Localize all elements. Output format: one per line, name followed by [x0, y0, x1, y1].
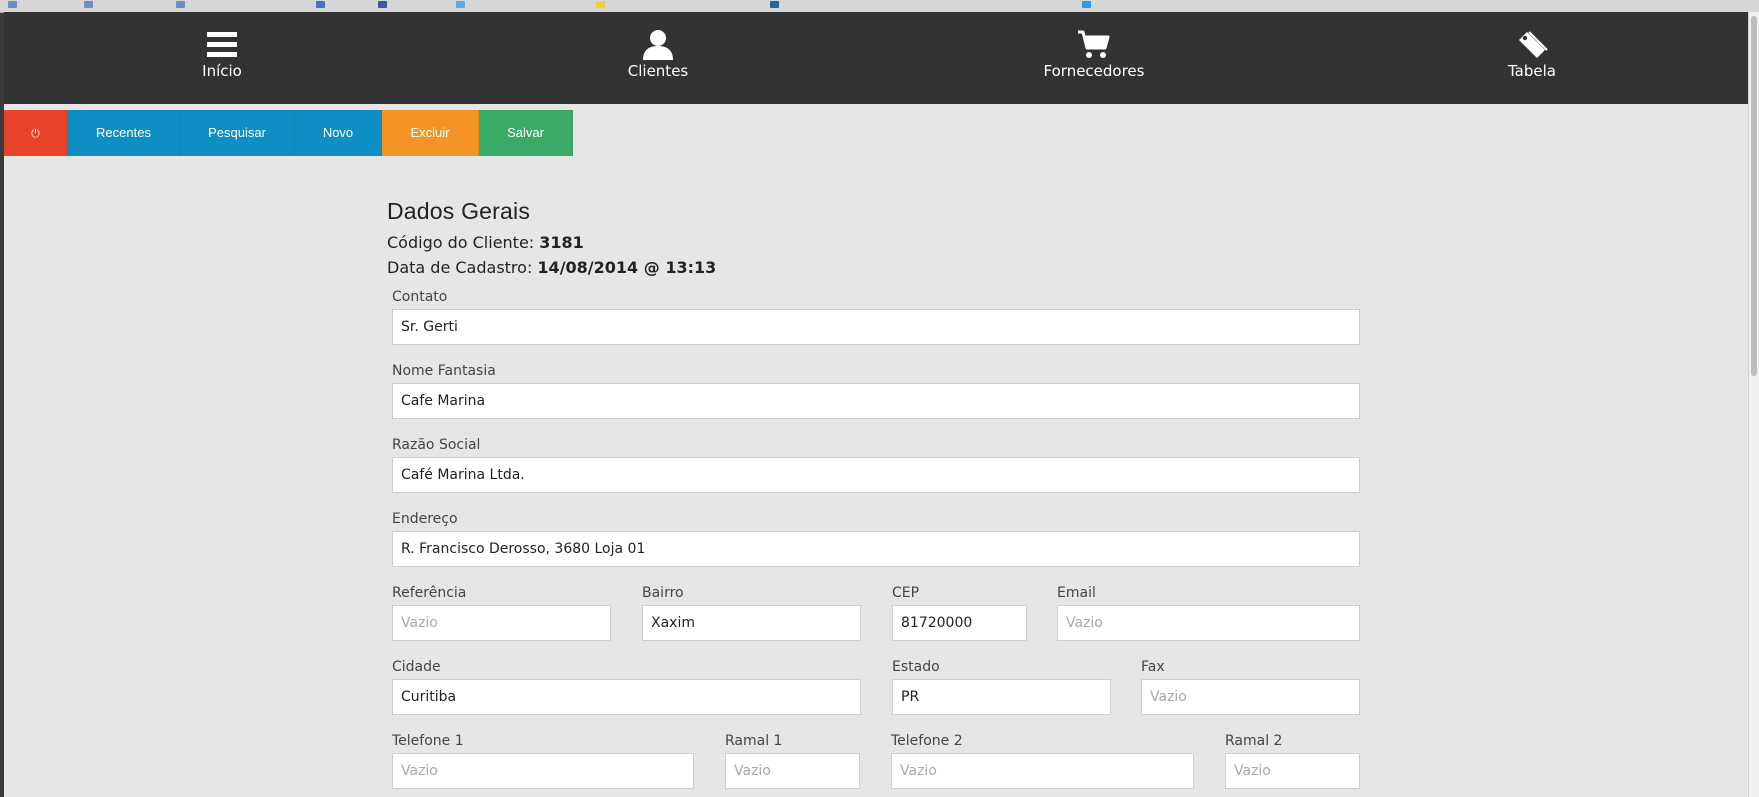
bookmark-icon[interactable] [596, 1, 605, 8]
referencia-label: Referência [392, 585, 467, 601]
email-field-group: Email [1057, 583, 1360, 641]
referencia-input[interactable] [392, 605, 611, 641]
cidade-field-group: Cidade [392, 657, 861, 715]
nav-item-clientes[interactable]: Clientes [578, 28, 738, 80]
registration-date-label: Data de Cadastro: [387, 258, 533, 277]
telefone1-field-group: Telefone 1 [392, 731, 694, 789]
menu-icon [142, 28, 302, 62]
email-label: Email [1057, 585, 1096, 601]
ramal1-input[interactable] [725, 753, 860, 789]
contato-input[interactable] [392, 309, 1360, 345]
fax-field-group: Fax [1141, 657, 1360, 715]
power-icon: ⏻ [31, 128, 40, 140]
nav-label-inicio: Início [202, 62, 242, 80]
nav-item-tabela[interactable]: Tabela [1452, 28, 1612, 80]
telefone2-label: Telefone 2 [891, 733, 963, 749]
telefone2-field-group: Telefone 2 [891, 731, 1194, 789]
ramal2-field-group: Ramal 2 [1225, 731, 1360, 789]
nav-label-clientes: Clientes [627, 62, 689, 80]
endereco-label: Endereço [392, 511, 458, 527]
fax-input[interactable] [1141, 679, 1360, 715]
excluir-button[interactable]: Excluir [382, 110, 479, 156]
email-input[interactable] [1057, 605, 1360, 641]
tag-icon [1452, 28, 1612, 62]
ramal2-label: Ramal 2 [1225, 733, 1283, 749]
cep-field-group: CEP [892, 583, 1027, 641]
bookmark-icon[interactable] [8, 1, 17, 8]
bairro-input[interactable] [642, 605, 861, 641]
bookmark-icon[interactable] [378, 1, 387, 8]
power-button[interactable]: ⏻ [4, 110, 68, 156]
registration-date-value: 14/08/2014 @ 13:13 [537, 258, 717, 277]
telefone1-label: Telefone 1 [392, 733, 464, 749]
salvar-button[interactable]: Salvar [479, 110, 573, 156]
referencia-field-group: Referência [392, 583, 611, 641]
client-code-value: 3181 [539, 233, 584, 252]
bookmark-icon[interactable] [456, 1, 465, 8]
client-code-label: Código do Cliente: [387, 233, 535, 252]
estado-label: Estado [892, 659, 940, 675]
estado-input[interactable] [892, 679, 1111, 715]
telefone1-input[interactable] [392, 753, 694, 789]
bookmark-icon[interactable] [316, 1, 325, 8]
ramal1-label: Ramal 1 [725, 733, 783, 749]
bookmark-icon[interactable] [770, 1, 779, 8]
page-title: Dados Gerais [387, 198, 531, 224]
ramal1-field-group: Ramal 1 [725, 731, 860, 789]
user-icon [578, 28, 738, 62]
contato-label: Contato [392, 289, 448, 305]
nav-label-tabela: Tabela [1508, 62, 1556, 80]
nav-item-fornecedores[interactable]: Fornecedores [1014, 28, 1174, 80]
cep-label: CEP [892, 585, 920, 601]
nome-fantasia-label: Nome Fantasia [392, 363, 496, 379]
bairro-label: Bairro [642, 585, 684, 601]
cart-icon [1014, 28, 1174, 62]
nav-item-inicio[interactable]: Início [142, 28, 302, 80]
bookmark-icon[interactable] [84, 1, 93, 8]
novo-button[interactable]: Novo [295, 110, 382, 156]
endereco-input[interactable] [392, 531, 1360, 567]
telefone2-input[interactable] [891, 753, 1194, 789]
endereco-field-group: Endereço [392, 509, 1360, 567]
top-navigation: Início Clientes Fornecedores Tabela [4, 12, 1749, 104]
cep-input[interactable] [892, 605, 1027, 641]
registration-date-line: Data de Cadastro: 14/08/2014 @ 13:13 [387, 258, 716, 277]
recentes-button[interactable]: Recentes [68, 110, 180, 156]
nav-label-fornecedores: Fornecedores [1043, 62, 1145, 80]
page-scrollbar[interactable] [1748, 12, 1759, 797]
nome-fantasia-input[interactable] [392, 383, 1360, 419]
pesquisar-button[interactable]: Pesquisar [180, 110, 295, 156]
fax-label: Fax [1141, 659, 1165, 675]
ramal2-input[interactable] [1225, 753, 1360, 789]
app-window: Início Clientes Fornecedores Tabela ⏻ Re… [4, 12, 1749, 797]
nome-fantasia-field-group: Nome Fantasia [392, 361, 1360, 419]
estado-field-group: Estado [892, 657, 1111, 715]
razao-social-field-group: Razão Social [392, 435, 1360, 493]
bairro-field-group: Bairro [642, 583, 861, 641]
cidade-input[interactable] [392, 679, 861, 715]
razao-social-input[interactable] [392, 457, 1360, 493]
bookmark-icon[interactable] [176, 1, 185, 8]
bookmark-icon[interactable] [1082, 1, 1091, 8]
contato-field-group: Contato [392, 287, 1360, 345]
scrollbar-thumb[interactable] [1751, 16, 1757, 376]
client-code-line: Código do Cliente: 3181 [387, 233, 584, 252]
razao-social-label: Razão Social [392, 437, 481, 453]
cidade-label: Cidade [392, 659, 441, 675]
